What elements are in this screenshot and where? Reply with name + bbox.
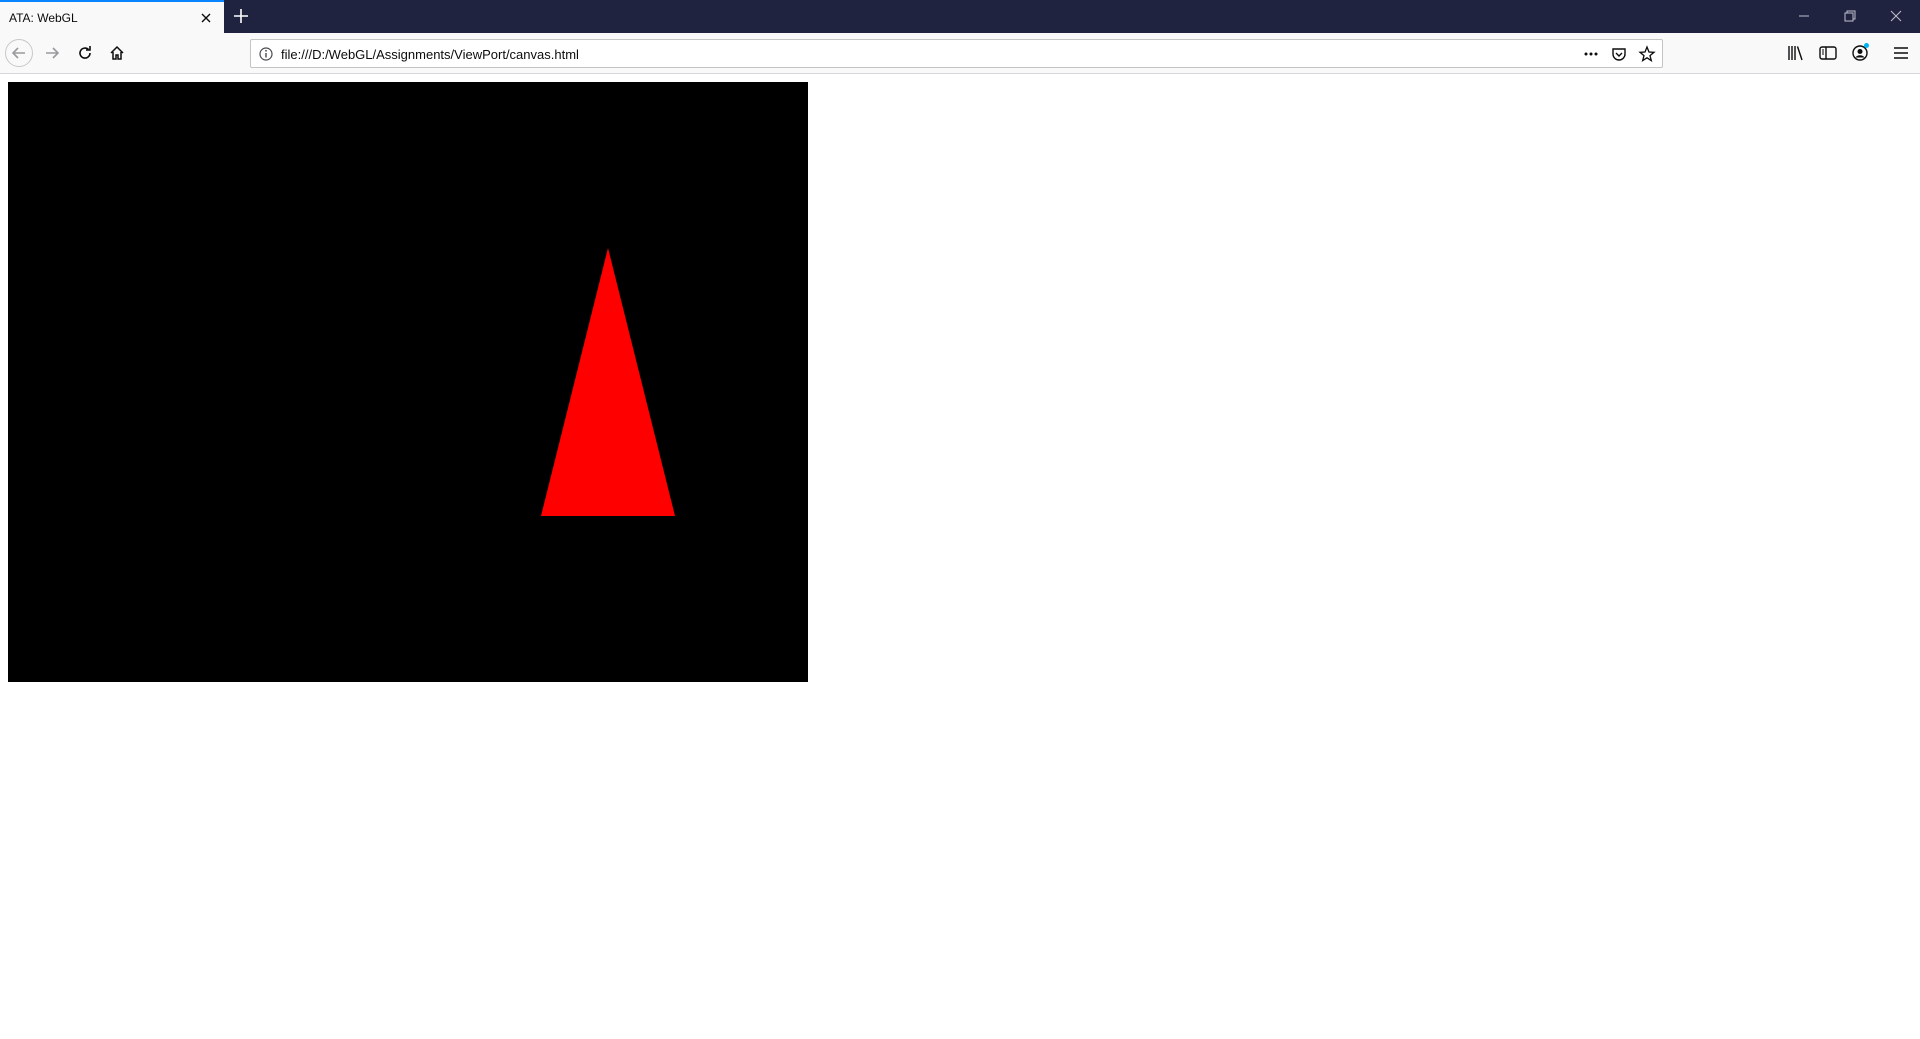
arrow-left-icon (11, 47, 25, 59)
nav-toolbar: file:///D:/WebGL/Assignments/ViewPort/ca… (0, 33, 1920, 74)
page-content (0, 75, 1920, 1039)
reload-icon (79, 46, 91, 59)
reload-button[interactable] (71, 39, 99, 67)
arrow-right-icon (46, 47, 60, 59)
canvas-drawing (541, 248, 675, 516)
address-bar[interactable]: file:///D:/WebGL/Assignments/ViewPort/ca… (250, 39, 1663, 68)
forward-button[interactable] (38, 39, 66, 67)
sidebar-icon[interactable] (1817, 42, 1839, 64)
hamburger-menu-icon[interactable] (1890, 42, 1912, 64)
tab-strip: ATA: WebGL (0, 0, 1920, 33)
tab-active[interactable]: ATA: WebGL (0, 0, 224, 33)
info-icon[interactable] (258, 46, 274, 62)
url-text[interactable]: file:///D:/WebGL/Assignments/ViewPort/ca… (281, 47, 579, 62)
library-icon[interactable] (1785, 42, 1807, 64)
tab-title: ATA: WebGL (9, 11, 78, 25)
restore-icon[interactable] (1840, 6, 1860, 26)
close-window-icon[interactable] (1886, 6, 1906, 26)
ellipsis-icon[interactable] (1582, 45, 1600, 63)
pocket-icon[interactable] (1610, 45, 1628, 63)
account-icon[interactable] (1849, 42, 1871, 64)
minimize-icon[interactable] (1794, 6, 1814, 26)
back-button[interactable] (5, 39, 33, 67)
red-triangle (541, 248, 675, 516)
close-icon[interactable] (198, 10, 214, 26)
home-icon (110, 45, 124, 60)
home-button[interactable] (103, 39, 131, 67)
webgl-canvas (8, 82, 808, 682)
star-icon[interactable] (1638, 45, 1656, 63)
plus-icon[interactable] (232, 7, 250, 25)
